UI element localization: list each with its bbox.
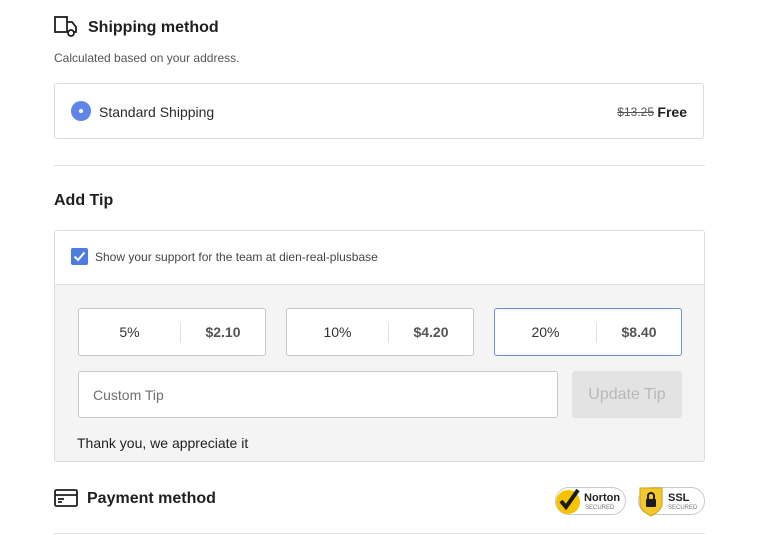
shipping-original-price: $13.25: [617, 105, 654, 119]
tip-option-5[interactable]: 5% $2.10: [78, 308, 266, 356]
truck-icon: [54, 16, 78, 38]
tip-percent: 20%: [531, 324, 560, 340]
ssl-badge-sub: SECURED: [668, 505, 698, 511]
norton-badge-name: Norton: [584, 492, 621, 504]
norton-badge-sub: SECURED: [585, 505, 615, 511]
update-tip-button[interactable]: Update Tip: [572, 371, 682, 418]
tip-option-20[interactable]: 20% $8.40: [494, 308, 682, 356]
tip-amount: $2.10: [205, 324, 241, 340]
support-checkbox[interactable]: [71, 248, 88, 265]
tip-support-row[interactable]: Show your support for the team at dien-r…: [55, 231, 704, 285]
norton-secured-badge: Norton SECURED: [555, 487, 626, 515]
section-divider: [54, 165, 705, 166]
shipping-method-title: Shipping method: [88, 19, 219, 36]
ssl-badge-name: SSL: [668, 492, 690, 504]
tip-options-area: 5% $2.10 10% $4.20 20% $8.40 Update Tip …: [55, 285, 704, 461]
payment-method-title: Payment method: [87, 490, 216, 507]
shipping-radio[interactable]: [71, 101, 91, 121]
tip-panel: Show your support for the team at dien-r…: [54, 230, 705, 462]
tip-amount: $4.20: [413, 324, 449, 340]
checkmark-icon: [554, 485, 584, 522]
shipping-price: Free: [657, 104, 687, 120]
credit-card-icon: [54, 489, 78, 507]
tip-option-10[interactable]: 10% $4.20: [286, 308, 474, 356]
add-tip-title: Add Tip: [54, 192, 114, 209]
shipping-option-standard[interactable]: Standard Shipping $13.25 Free: [54, 83, 704, 139]
payment-divider: [54, 533, 705, 534]
checkmark-icon: [73, 251, 86, 262]
padlock-shield-icon: [638, 486, 664, 523]
tip-percent: 10%: [323, 324, 352, 340]
custom-tip-input[interactable]: [78, 371, 558, 418]
tip-amount: $8.40: [621, 324, 657, 340]
shipping-subtitle: Calculated based on your address.: [54, 51, 240, 65]
support-text: Show your support for the team at dien-r…: [95, 250, 378, 264]
shipping-option-label: Standard Shipping: [99, 104, 215, 120]
tip-thanks-text: Thank you, we appreciate it: [77, 435, 249, 451]
ssl-secured-badge: SSL SECURED: [638, 487, 705, 517]
tip-percent: 5%: [119, 324, 140, 340]
